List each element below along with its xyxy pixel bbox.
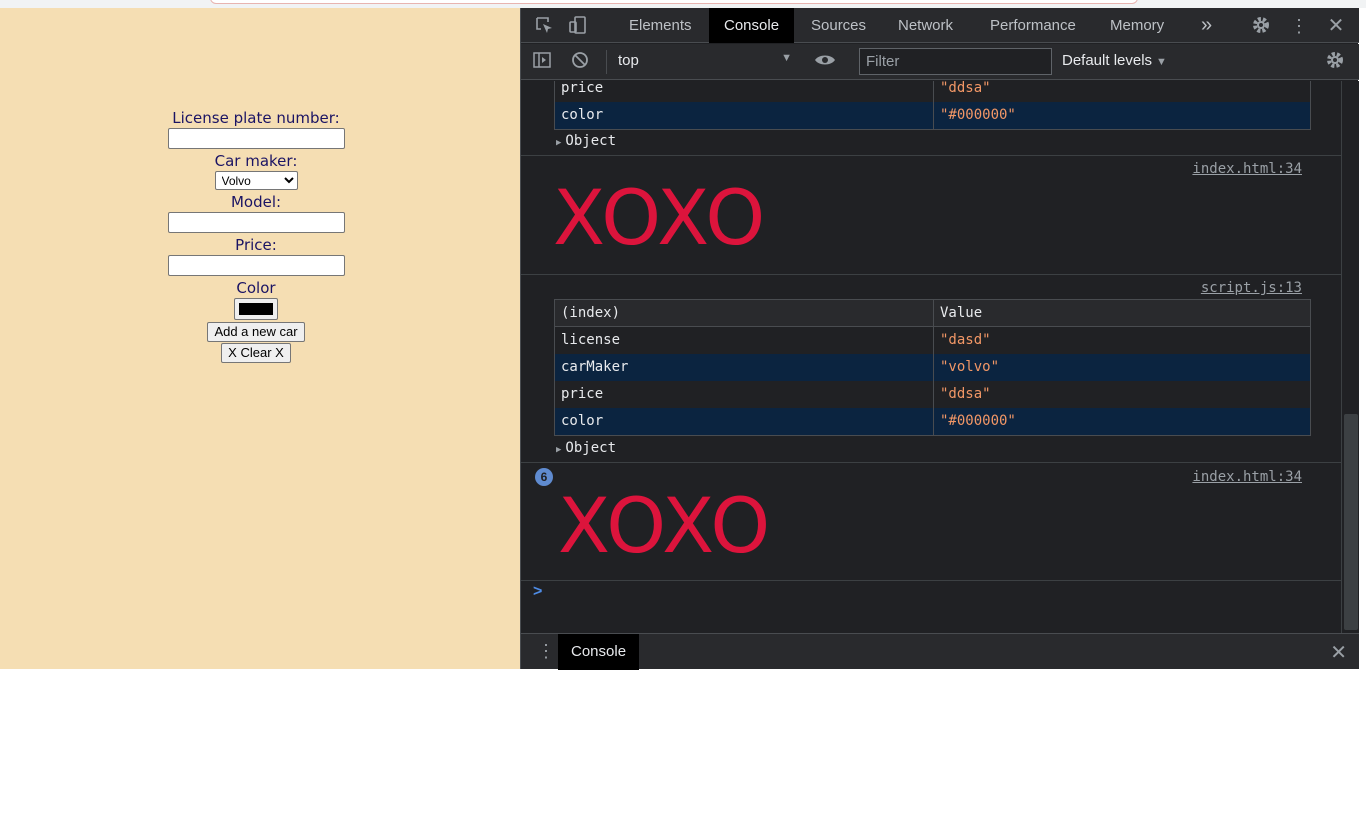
scrollbar-thumb[interactable] (1344, 414, 1358, 630)
add-car-button[interactable]: Add a new car (207, 322, 305, 342)
drawer-tab-console[interactable]: Console (558, 634, 640, 670)
expand-triangle-icon: ▶ (556, 445, 562, 455)
context-selector[interactable]: top ▼ (618, 52, 798, 72)
message-divider (521, 580, 1341, 581)
table-row: color "#000000" (555, 408, 1310, 435)
device-toolbar-icon[interactable] (567, 15, 589, 37)
price-label: Price: (235, 236, 277, 254)
source-link[interactable]: index.html:34 (1192, 161, 1302, 177)
message-divider (521, 462, 1341, 463)
object-label: Object (565, 133, 616, 149)
message-divider (521, 155, 1341, 156)
table-cell-value: "#000000" (940, 107, 1016, 123)
color-picker[interactable] (234, 298, 278, 320)
expand-triangle-icon: ▶ (556, 138, 562, 148)
color-label: Color (236, 279, 276, 297)
tab-performance[interactable]: Performance (975, 8, 1091, 43)
table-cell-key: license (555, 327, 934, 354)
tab-sources[interactable]: Sources (796, 8, 881, 43)
console-scrollbar[interactable] (1341, 81, 1359, 633)
table-header-index[interactable]: (index) (555, 300, 934, 326)
kebab-menu-icon[interactable]: ⋮ (1288, 15, 1310, 37)
app-page: License plate number: Car maker: Volvo M… (0, 8, 520, 669)
inspect-element-icon[interactable] (533, 15, 555, 37)
chevron-down-icon: ▼ (1156, 56, 1167, 68)
source-link[interactable]: script.js:13 (1201, 280, 1302, 296)
table-cell-key: price (555, 381, 934, 408)
more-tabs-icon[interactable]: » (1186, 8, 1227, 43)
tab-memory[interactable]: Memory (1095, 8, 1179, 43)
tab-network[interactable]: Network (883, 8, 968, 43)
table-cell-value: "dasd" (940, 332, 991, 348)
table-row: price "ddsa" (555, 381, 1310, 408)
console-prompt[interactable]: > (533, 583, 542, 601)
devtools-tabbar: Elements Console Sources Network Perform… (521, 8, 1359, 43)
table-cell-key: color (555, 408, 934, 435)
table-row: color "#000000" (555, 102, 1310, 129)
source-link[interactable]: index.html:34 (1192, 469, 1302, 485)
table-header-value[interactable]: Value (934, 300, 1310, 326)
settings-gear-icon[interactable] (1250, 15, 1272, 37)
car-form: License plate number: Car maker: Volvo M… (160, 108, 352, 363)
tab-elements[interactable]: Elements (614, 8, 707, 43)
tab-console[interactable]: Console (709, 8, 795, 43)
table-cell-key: carMaker (555, 354, 934, 381)
log-levels-dropdown[interactable]: Default levels ▼ (1062, 52, 1167, 69)
license-input[interactable] (167, 128, 345, 149)
filter-input[interactable] (859, 48, 1052, 75)
table-cell-key: color (555, 102, 934, 129)
sidebar-toggle-icon[interactable] (531, 50, 553, 72)
devtools-panel: Elements Console Sources Network Perform… (520, 8, 1359, 670)
color-swatch (239, 303, 273, 315)
clear-button[interactable]: X Clear X (221, 343, 291, 363)
table-cell-value: "#000000" (940, 413, 1016, 429)
devtools-drawer: ⋮ Console ✕ (521, 633, 1359, 670)
console-table-partial: price "ddsa" color "#000000" (554, 81, 1311, 130)
table-cell-value: "volvo" (940, 359, 1000, 375)
console-settings-gear-icon[interactable] (1324, 50, 1346, 72)
car-maker-label: Car maker: (214, 152, 298, 170)
model-label: Model: (230, 193, 282, 211)
model-input[interactable] (167, 212, 345, 233)
repeat-count-badge: 6 (535, 468, 553, 486)
close-devtools-icon[interactable]: ✕ (1325, 15, 1347, 37)
context-label: top (618, 52, 639, 69)
price-input[interactable] (167, 255, 345, 276)
live-expression-eye-icon[interactable] (814, 50, 836, 72)
object-expander[interactable]: ▶ Object (556, 440, 616, 456)
table-row: license "dasd" (555, 327, 1310, 354)
console-styled-log: XOXO (558, 481, 772, 570)
license-label: License plate number: (172, 109, 340, 127)
browser-chrome-strip (0, 0, 1366, 8)
drawer-menu-icon[interactable]: ⋮ (537, 640, 555, 662)
log-levels-label: Default levels (1062, 52, 1153, 69)
table-row: carMaker "volvo" (555, 354, 1310, 381)
table-header-row: (index) Value (555, 300, 1310, 327)
console-output: price "ddsa" color "#000000" ▶ Object ind… (521, 81, 1341, 633)
table-cell-key: price (555, 81, 934, 102)
table-cell-value: "ddsa" (940, 386, 991, 402)
console-toolbar: top ▼ Default levels▼ (521, 44, 1359, 80)
object-expander[interactable]: ▶ Object (556, 133, 616, 149)
console-styled-log: XOXO (553, 173, 767, 262)
address-bar-edge[interactable] (210, 0, 1138, 4)
car-maker-select[interactable]: Volvo (214, 171, 298, 190)
message-divider (521, 274, 1341, 275)
object-label: Object (565, 440, 616, 456)
chevron-down-icon: ▼ (781, 52, 792, 64)
table-row: price "ddsa" (555, 81, 1310, 102)
clear-console-icon[interactable] (569, 50, 591, 72)
console-table: (index) Value license "dasd" carMaker "v… (554, 299, 1311, 436)
toolbar-divider (606, 50, 607, 74)
close-drawer-icon[interactable]: ✕ (1330, 640, 1347, 665)
table-cell-value: "ddsa" (940, 81, 991, 96)
